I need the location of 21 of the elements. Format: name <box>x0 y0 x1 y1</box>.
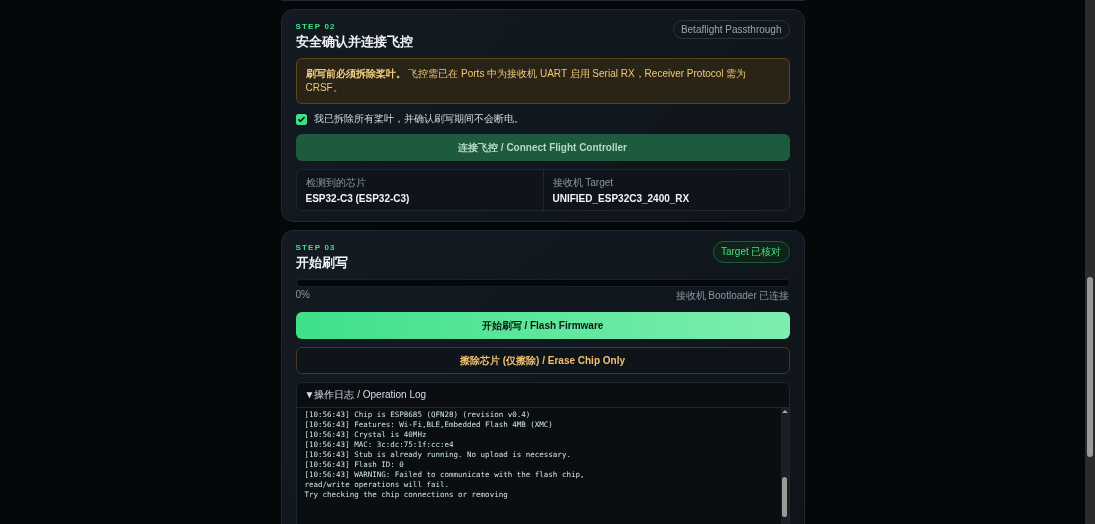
scrollbar[interactable] <box>1085 0 1095 524</box>
checkbox-label: 我已拆除所有桨叶，并确认刷写期间不会断电。 <box>313 112 524 126</box>
step-label: STEP 02 <box>295 22 337 32</box>
connection-status: 接收机 Bootloader 已连接 <box>675 289 790 303</box>
log-toggle[interactable]: ▼操作日志 / Operation Log <box>296 383 789 408</box>
status-badge: Target 已核对 <box>712 241 790 263</box>
info-value: ESP32-C3 (ESP32-C3) <box>305 193 411 204</box>
scrollbar[interactable] <box>780 408 789 524</box>
checkbox[interactable] <box>295 113 307 125</box>
step-title: 安全确认并连接飞控 <box>295 34 413 50</box>
action-button[interactable]: 开始刷写 / Flash Firmware <box>295 312 790 339</box>
step-title: 开始刷写 <box>295 255 348 271</box>
action-button[interactable]: 连接飞控 / Connect Flight Controller <box>295 134 790 161</box>
info-label: 接收机 Target <box>552 176 615 190</box>
status-badge: Betaflight Passthrough <box>672 20 790 39</box>
info-value: UNIFIED_ESP32C3_2400_RX <box>552 193 691 204</box>
info-label: 检测到的芯片 <box>305 176 367 190</box>
warning-message: 刷写前必须拆除桨叶。 飞控需已在 Ports 中为接收机 UART 启用 Serial RX，Receiver Protocol 需为 CRSF。 <box>295 58 790 104</box>
step-label: STEP 03 <box>295 243 337 253</box>
action-button[interactable]: 擦除芯片 (仅擦除) / Erase Chip Only <box>295 347 790 374</box>
progress-reading: 0% <box>295 289 310 302</box>
